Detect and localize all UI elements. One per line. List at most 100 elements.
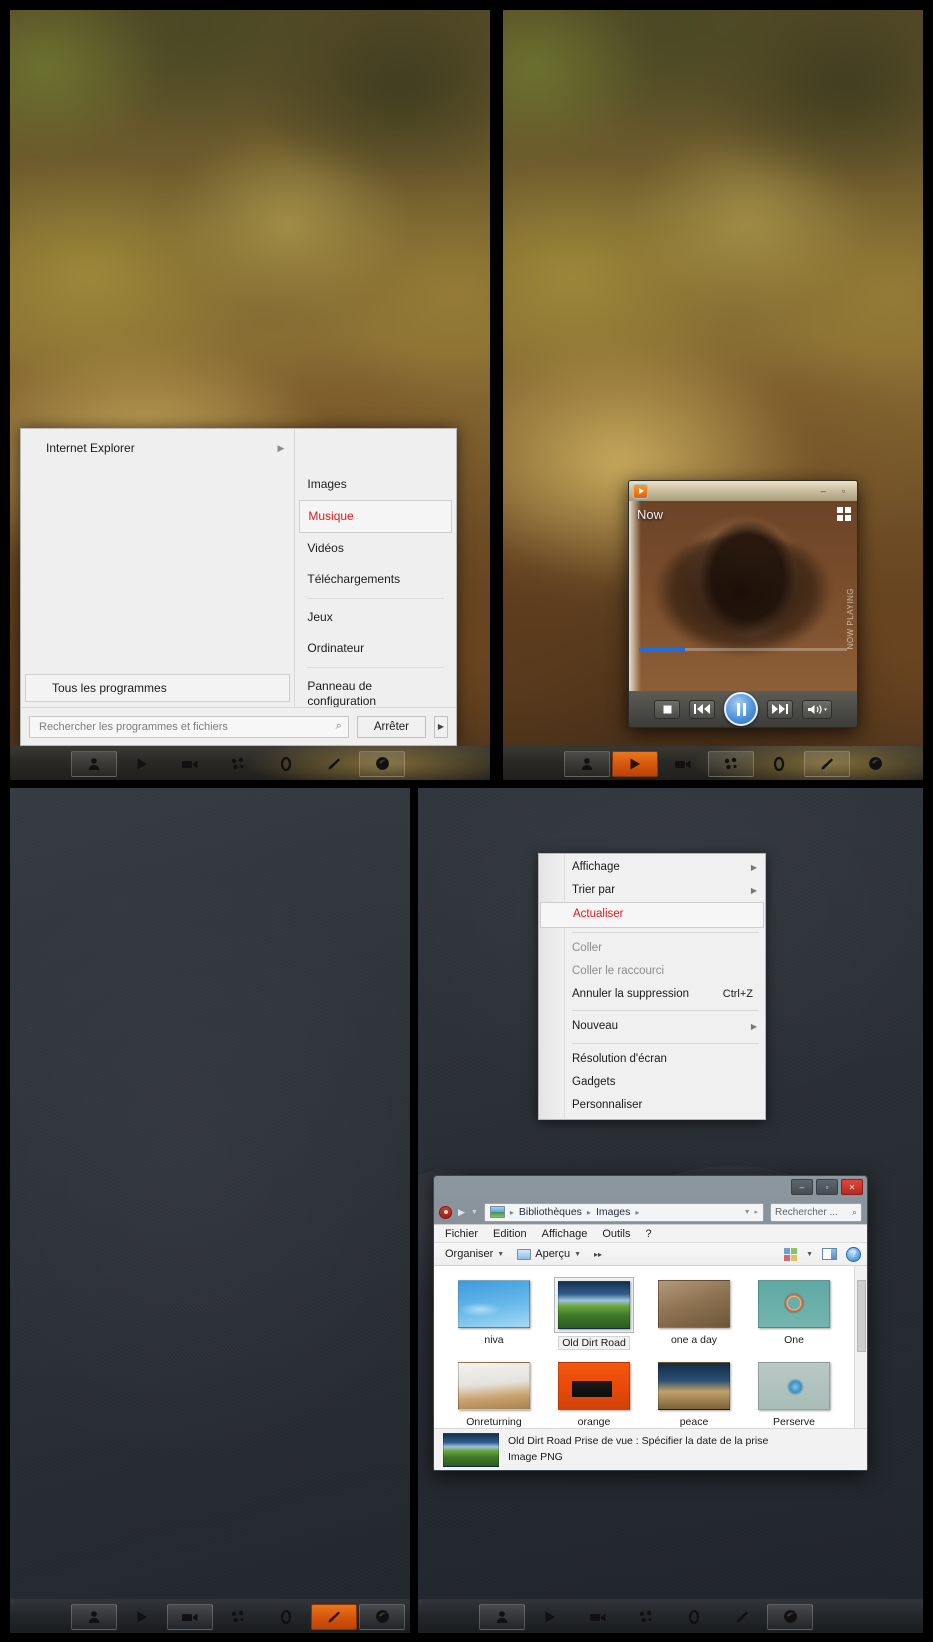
taskbar-pen-icon[interactable] xyxy=(804,750,850,777)
taskbar-opera-icon[interactable] xyxy=(263,751,309,777)
desktop-context-menu[interactable]: Affichage ▶ Trier par ▶ Actualiser Colle… xyxy=(538,853,766,1121)
explorer-toolbar[interactable]: Organiser ▼ Aperçu ▼ ▸▸ ▼ ? xyxy=(434,1243,867,1266)
start-menu[interactable]: Internet Explorer ▶ Tous les programmes … xyxy=(20,428,457,746)
maximize-button[interactable]: ▫ xyxy=(816,1179,838,1195)
media-player-titlebar[interactable]: – ▫ xyxy=(629,481,857,501)
context-menu-item-personnaliser[interactable]: Personnaliser xyxy=(539,1094,765,1117)
context-menu-item-annuler-la-suppression[interactable]: Annuler la suppression Ctrl+Z xyxy=(539,983,765,1006)
file-item[interactable]: Perserve xyxy=(744,1356,844,1428)
taskbar-pen-icon[interactable] xyxy=(719,1604,765,1630)
previous-track-button[interactable] xyxy=(689,699,715,719)
media-player-window[interactable]: – ▫ Now NOW PLAYING xyxy=(628,480,858,728)
next-track-button[interactable] xyxy=(767,699,793,719)
minimize-button[interactable]: – xyxy=(791,1179,813,1195)
pause-button[interactable] xyxy=(724,692,758,726)
chevron-down-icon[interactable]: ▼ xyxy=(806,1251,813,1258)
breadcrumb[interactable]: ▸ Bibliothèques ▸ Images ▸ ▼ ▸ xyxy=(483,1202,764,1222)
search-input[interactable]: Rechercher les programmes et fichiers ⌕ xyxy=(29,715,349,738)
volume-button[interactable] xyxy=(802,699,832,719)
taskbar-play-icon[interactable] xyxy=(527,1604,573,1630)
taskbar-pen-icon[interactable] xyxy=(311,1603,357,1630)
file-item[interactable]: peace xyxy=(644,1356,744,1428)
maximize-button[interactable]: ▫ xyxy=(842,486,845,496)
breadcrumb-item-bibliotheques[interactable]: Bibliothèques xyxy=(519,1206,582,1218)
context-menu-item-nouveau[interactable]: Nouveau ▶ xyxy=(539,1015,765,1038)
context-menu-item-affichage[interactable]: Affichage ▶ xyxy=(539,856,765,879)
breadcrumb-overflow[interactable]: ▼ ▸ xyxy=(744,1208,758,1216)
vertical-scrollbar[interactable] xyxy=(854,1266,867,1428)
taskbar-video-camera-icon[interactable] xyxy=(167,751,213,777)
change-view-icon[interactable] xyxy=(784,1247,798,1261)
shutdown-button[interactable]: Arrêter xyxy=(356,715,426,738)
context-menu-item-coller-le-raccourci[interactable]: Coller le raccourci xyxy=(539,960,765,983)
file-item[interactable]: niva xyxy=(444,1274,544,1356)
taskbar-video-camera-icon[interactable] xyxy=(167,1603,213,1630)
context-menu-item-trier-par[interactable]: Trier par ▶ xyxy=(539,879,765,902)
view-switcher-icon[interactable] xyxy=(837,507,851,521)
taskbar-play-icon[interactable] xyxy=(119,751,165,777)
seek-bar[interactable] xyxy=(639,648,847,651)
preview-pane-icon[interactable] xyxy=(822,1248,837,1260)
taskbar-opera-icon[interactable] xyxy=(671,1604,717,1630)
recent-locations-icon[interactable]: ▼ xyxy=(471,1209,478,1216)
taskbar-play-icon[interactable] xyxy=(119,1604,165,1630)
minimize-button[interactable]: – xyxy=(821,486,826,496)
taskbar-firefox-icon[interactable] xyxy=(359,1603,405,1630)
forward-button[interactable]: ▶ xyxy=(458,1207,465,1218)
taskbar-play-icon[interactable] xyxy=(612,750,658,777)
taskbar-bottom-left[interactable] xyxy=(10,1599,410,1633)
explorer-file-list[interactable]: niva Old Dirt Road one a day One Onretur… xyxy=(434,1266,867,1428)
help-icon[interactable]: ? xyxy=(846,1246,861,1262)
file-item[interactable]: Old Dirt Road xyxy=(544,1274,644,1356)
start-menu-link-ordinateur[interactable]: Ordinateur xyxy=(295,633,456,664)
taskbar-user-icon[interactable] xyxy=(564,750,610,777)
taskbar-firefox-icon[interactable] xyxy=(852,751,898,777)
explorer-window[interactable]: – ▫ ✕ ▶ ▼ ▸ Bibliothèques ▸ Images ▸ ▼ ▸ xyxy=(433,1175,868,1471)
taskbar-pen-icon[interactable] xyxy=(311,751,357,777)
menu-help[interactable]: ? xyxy=(645,1228,651,1240)
context-menu-item-coller[interactable]: Coller xyxy=(539,937,765,960)
all-programs-button[interactable]: Tous les programmes xyxy=(25,674,291,702)
taskbar-video-camera-icon[interactable] xyxy=(575,1604,621,1630)
close-button[interactable]: ✕ xyxy=(841,1179,863,1195)
menu-affichage[interactable]: Affichage xyxy=(542,1228,588,1240)
taskbar-video-camera-icon[interactable] xyxy=(660,751,706,777)
file-item[interactable]: one a day xyxy=(644,1274,744,1356)
start-menu-link-jeux[interactable]: Jeux xyxy=(295,602,456,633)
taskbar-top-right[interactable] xyxy=(503,746,923,780)
context-menu-item-gadgets[interactable]: Gadgets xyxy=(539,1071,765,1094)
taskbar-connections-icon[interactable] xyxy=(215,751,261,777)
start-menu-link-images[interactable]: Images xyxy=(295,469,456,500)
taskbar-user-icon[interactable] xyxy=(479,1603,525,1630)
file-item[interactable]: Onreturning xyxy=(444,1356,544,1428)
start-menu-link-musique[interactable]: Musique xyxy=(299,500,452,533)
search-input[interactable]: Rechercher ... ⌕ xyxy=(770,1202,862,1222)
file-item[interactable]: orange xyxy=(544,1356,644,1428)
taskbar-firefox-icon[interactable] xyxy=(767,1603,813,1630)
menu-edition[interactable]: Edition xyxy=(493,1228,527,1240)
explorer-menubar[interactable]: Fichier Edition Affichage Outils ? xyxy=(434,1224,867,1243)
menu-fichier[interactable]: Fichier xyxy=(445,1228,478,1240)
organize-button[interactable]: Organiser ▼ xyxy=(445,1248,504,1260)
menu-outils[interactable]: Outils xyxy=(602,1228,630,1240)
back-button[interactable] xyxy=(439,1205,452,1219)
start-menu-item-internet-explorer[interactable]: Internet Explorer ▶ xyxy=(21,435,294,461)
breadcrumb-item-images[interactable]: Images xyxy=(596,1206,630,1218)
preview-button[interactable]: Aperçu ▼ xyxy=(517,1248,581,1260)
shutdown-options-button[interactable]: ▶ xyxy=(434,715,448,738)
taskbar-user-icon[interactable] xyxy=(71,750,117,777)
taskbar-firefox-icon[interactable] xyxy=(359,750,405,777)
context-menu-item-actualiser[interactable]: Actualiser xyxy=(540,902,764,928)
taskbar-opera-icon[interactable] xyxy=(756,751,802,777)
taskbar-bottom-right[interactable] xyxy=(418,1599,923,1633)
start-menu-link-videos[interactable]: Vidéos xyxy=(295,533,456,564)
taskbar-connections-icon[interactable] xyxy=(215,1604,261,1630)
stop-button[interactable] xyxy=(654,699,680,719)
taskbar-opera-icon[interactable] xyxy=(263,1604,309,1630)
start-menu-link-telechargements[interactable]: Téléchargements xyxy=(295,564,456,595)
file-item[interactable]: One xyxy=(744,1274,844,1356)
taskbar-top-left[interactable] xyxy=(10,746,490,780)
explorer-titlebar[interactable]: – ▫ ✕ xyxy=(434,1176,867,1200)
taskbar-user-icon[interactable] xyxy=(71,1603,117,1630)
context-menu-item-resolution-decran[interactable]: Résolution d'écran xyxy=(539,1048,765,1071)
